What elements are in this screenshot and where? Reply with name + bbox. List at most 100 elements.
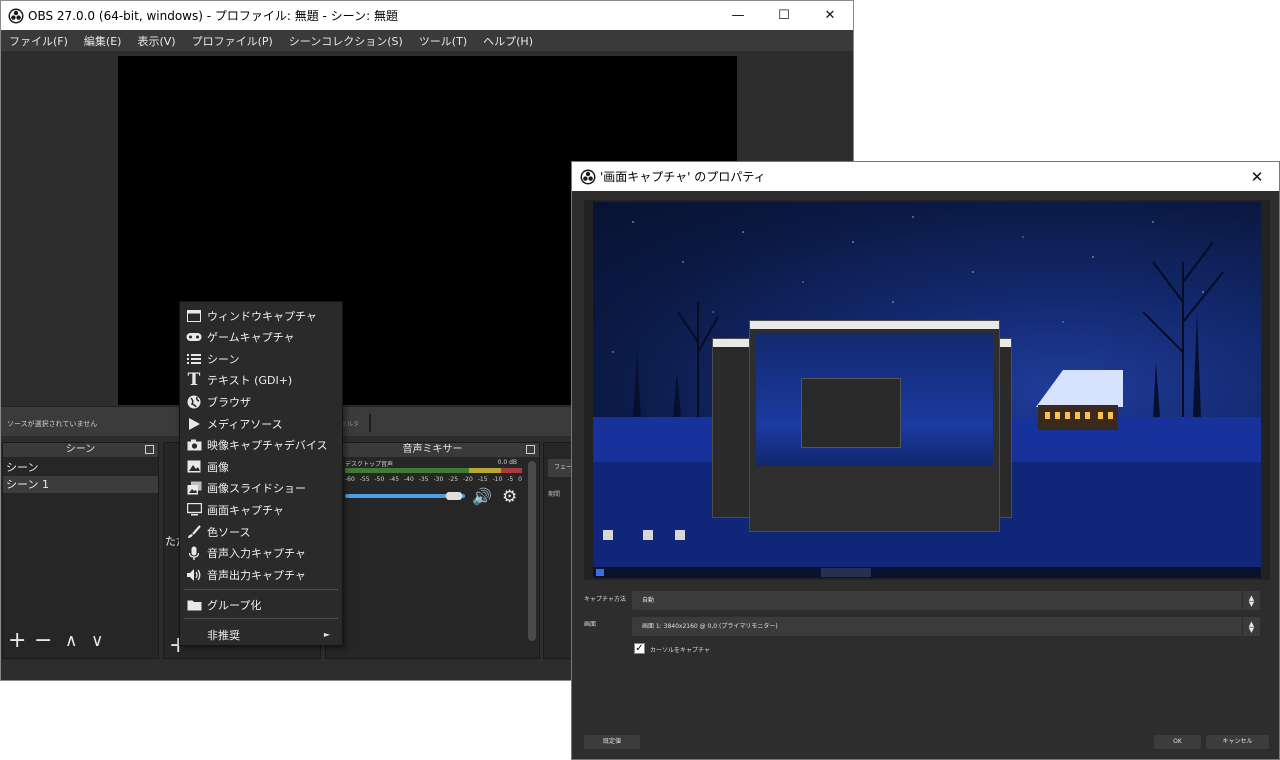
menu-item-label: ウィンドウキャプチャ	[207, 309, 317, 323]
menu-item-display-capture[interactable]: 画面キャプチャ	[180, 499, 342, 520]
menu-item-audio-input-capture[interactable]: 音声入力キャプチャ	[180, 543, 342, 564]
menu-bar: ファイル(F) 編集(E) 表示(V) プロファイル(P) シーンコレクション(…	[1, 30, 853, 51]
obs-logo-icon	[580, 169, 596, 184]
menu-separator	[184, 589, 338, 590]
menu-item-audio-output-capture[interactable]: 音声出力キャプチャ	[180, 564, 342, 585]
filters-button[interactable]: ィルタ	[341, 419, 359, 428]
menu-item-label: メディアソース	[207, 417, 283, 431]
meter-tick: -10	[492, 476, 503, 483]
meter-tick: -25	[448, 476, 459, 483]
menu-item-browser[interactable]: ブラウザ	[180, 391, 342, 412]
image-icon	[185, 459, 203, 475]
properties-titlebar[interactable]: '画面キャプチャ' のプロパティ ✕	[572, 162, 1279, 191]
no-source-label: ソースが選択されていません	[7, 420, 98, 428]
menu-edit[interactable]: 編集(E)	[76, 33, 130, 49]
menu-tools[interactable]: ツール(T)	[411, 33, 475, 49]
menu-help[interactable]: ヘルプ(H)	[475, 33, 541, 49]
menu-item-label: 画像スライドショー	[207, 482, 306, 496]
remove-scene-button[interactable]: −	[34, 630, 52, 652]
properties-dialog: '画面キャプチャ' のプロパティ ✕ キャプチャ方法 自動 ▲ ▼ 画面 画面 …	[571, 161, 1280, 760]
menu-item-media-source[interactable]: メディアソース	[180, 413, 342, 434]
capture-method-label: キャプチャ方法	[584, 596, 626, 603]
meter-tick: -15	[477, 476, 488, 483]
cancel-button[interactable]: キャンセル	[1206, 735, 1269, 749]
ok-button[interactable]: OK	[1154, 735, 1201, 749]
desktop: OBS 27.0.0 (64-bit, windows) - プロファイル: 無…	[0, 0, 1280, 760]
camera-icon	[185, 437, 203, 453]
duration-label: 期間	[548, 491, 561, 498]
menu-item-label: 非推奨	[207, 628, 240, 642]
move-scene-down-button[interactable]: ∨	[91, 630, 103, 652]
meter-tick: -60	[345, 476, 355, 483]
scene-item-selected[interactable]: シーン 1	[3, 476, 158, 493]
meter-tick: -45	[389, 476, 400, 483]
capture-cursor-checkbox[interactable]: ✓	[634, 643, 645, 654]
meter-tick: 0	[518, 476, 522, 483]
display-select[interactable]: 画面 1: 3840x2160 @ 0,0 (プライマリモニター) ▲ ▼	[632, 617, 1260, 636]
window-title: OBS 27.0.0 (64-bit, windows) - プロファイル: 無…	[28, 9, 398, 23]
menu-item-game-capture[interactable]: ゲームキャプチャ	[180, 327, 342, 348]
display-value: 画面 1: 3840x2160 @ 0,0 (プライマリモニター)	[642, 623, 778, 630]
updown-icon: ▲ ▼	[1242, 617, 1260, 636]
scenes-dock-title: シーン	[3, 443, 158, 457]
capture-method-select[interactable]: 自動 ▲ ▼	[632, 591, 1260, 610]
menu-item-image[interactable]: 画像	[180, 456, 342, 477]
audio-mixer-dock: 音声ミキサー デスクトップ音声 0.0 dB -60 -55 -50 -45 -…	[325, 442, 540, 659]
scenes-dock: シーン シーン シーン 1 + − ∧ ∨	[2, 442, 159, 659]
menu-item-label: シーン	[207, 352, 240, 366]
menu-profile[interactable]: プロファイル(P)	[184, 33, 281, 49]
volume-slider-handle[interactable]	[446, 492, 462, 500]
close-button[interactable]: ✕	[807, 1, 853, 30]
meter-tick: -40	[404, 476, 414, 483]
properties-title: '画面キャプチャ' のプロパティ	[600, 170, 766, 184]
menu-item-image-slideshow[interactable]: 画像スライドショー	[180, 478, 342, 499]
mixer-scrollbar[interactable]	[528, 461, 536, 641]
dock-float-icon[interactable]	[145, 445, 154, 454]
monitor-icon	[185, 502, 203, 518]
menu-item-color-source[interactable]: 色ソース	[180, 521, 342, 542]
meter-tick: -35	[418, 476, 429, 483]
capture-preview-frame	[584, 200, 1270, 580]
gear-icon[interactable]: ⚙	[502, 487, 517, 507]
capture-preview	[593, 202, 1261, 578]
menu-view[interactable]: 表示(V)	[129, 33, 183, 49]
maximize-button[interactable]: ☐	[761, 1, 807, 30]
brush-icon	[185, 524, 203, 540]
play-icon	[185, 416, 203, 432]
menu-item-window-capture[interactable]: ウィンドウキャプチャ	[180, 305, 342, 326]
meter-tick: -20	[463, 476, 473, 483]
menu-item-label: 画像	[207, 460, 229, 474]
dock-float-icon[interactable]	[526, 445, 535, 454]
gamepad-icon	[185, 329, 203, 345]
menu-item-scene[interactable]: シーン	[180, 348, 342, 369]
meter-tick: -30	[433, 476, 444, 483]
minimize-button[interactable]: —	[715, 1, 761, 30]
move-scene-up-button[interactable]: ∧	[65, 630, 77, 652]
capture-method-value: 自動	[642, 597, 655, 604]
add-source-menu: ウィンドウキャプチャ ゲームキャプチャ シーン T テキスト (GDI+) ブラ…	[179, 301, 343, 646]
scene-item[interactable]: シーン	[3, 459, 158, 476]
window-icon	[185, 308, 203, 324]
menu-item-label: グループ化	[207, 598, 262, 612]
main-titlebar[interactable]: OBS 27.0.0 (64-bit, windows) - プロファイル: 無…	[1, 1, 853, 30]
add-scene-button[interactable]: +	[8, 630, 26, 652]
menu-item-deprecated[interactable]: 非推奨 ►	[180, 624, 342, 645]
speaker-icon[interactable]: 🔊	[472, 487, 492, 506]
menu-item-group[interactable]: グループ化	[180, 594, 342, 615]
menu-item-text[interactable]: T テキスト (GDI+)	[180, 370, 342, 391]
menu-item-video-capture-device[interactable]: 映像キャプチャデバイス	[180, 435, 342, 456]
text-icon: T	[187, 370, 201, 391]
speaker-icon	[185, 567, 203, 583]
mixer-dock-title: 音声ミキサー	[326, 443, 539, 457]
nested-deep-window	[801, 378, 901, 448]
submenu-arrow-icon: ►	[323, 630, 330, 639]
menu-scene-collection[interactable]: シーンコレクション(S)	[281, 33, 411, 49]
properties-close-button[interactable]: ✕	[1235, 162, 1279, 191]
slideshow-icon	[185, 480, 203, 496]
defaults-button[interactable]: 既定値	[584, 735, 640, 749]
globe-icon	[185, 394, 203, 410]
list-icon	[185, 351, 203, 367]
volume-meter	[345, 468, 522, 473]
menu-file[interactable]: ファイル(F)	[1, 33, 76, 49]
menu-item-label: ブラウザ	[207, 395, 251, 409]
